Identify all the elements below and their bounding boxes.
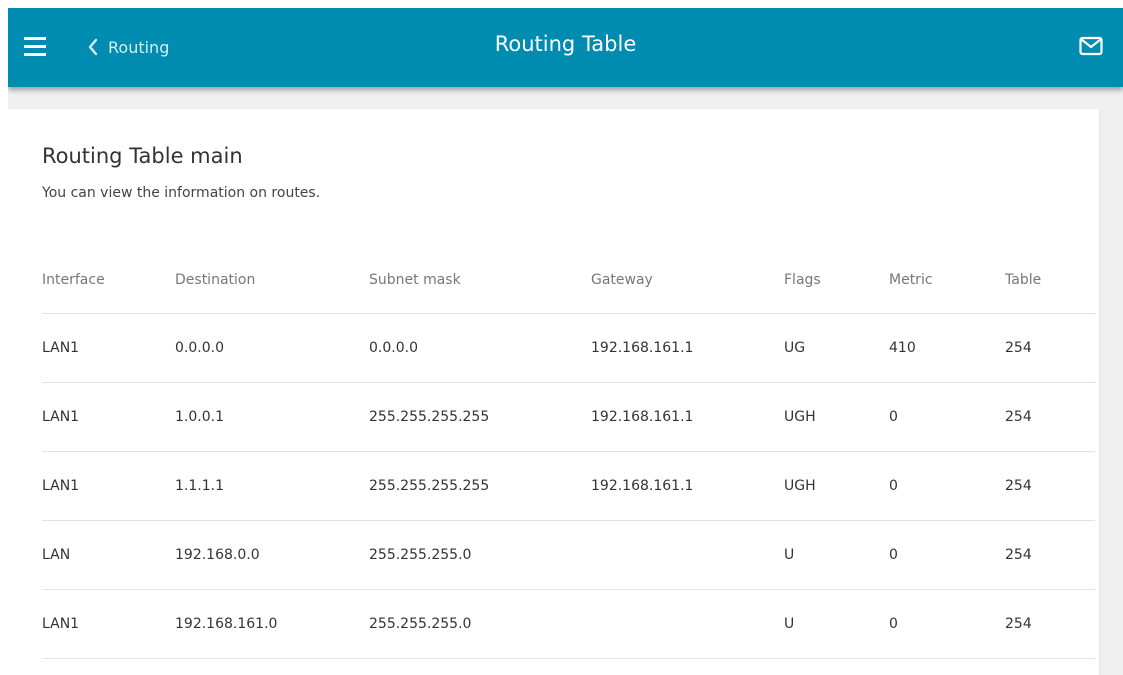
cell-subnet-mask: 255.255.255.255: [369, 451, 591, 521]
cell-destination: 1.0.0.1: [175, 382, 369, 452]
cell-table: 254: [1005, 520, 1095, 590]
cell-table: 254: [1005, 382, 1095, 452]
cell-interface: LAN1: [42, 382, 175, 452]
cell-interface: LAN1: [42, 589, 175, 659]
column-header-subnet-mask: Subnet mask: [369, 246, 591, 314]
cell-interface: LAN1: [42, 313, 175, 383]
back-link-label: Routing: [108, 37, 170, 57]
cell-table: 254: [1005, 589, 1095, 659]
table-header-row: Interface Destination Subnet mask Gatewa…: [42, 246, 1095, 314]
table-row: LAN1 1.1.1.1 255.255.255.255 192.168.161…: [42, 451, 1095, 521]
cell-subnet-mask: 0.0.0.0: [369, 313, 591, 383]
table-row: LAN1 0.0.0.0 0.0.0.0 192.168.161.1 UG 41…: [42, 313, 1095, 383]
cell-metric: 0: [889, 451, 1005, 521]
cell-subnet-mask: 255.255.255.0: [369, 520, 591, 590]
cell-metric: 0: [889, 382, 1005, 452]
cell-destination: 1.1.1.1: [175, 451, 369, 521]
cell-interface: LAN1: [42, 451, 175, 521]
column-header-metric: Metric: [889, 246, 1005, 314]
column-header-table: Table: [1005, 246, 1095, 314]
back-link-routing[interactable]: Routing: [88, 34, 169, 60]
cell-gateway: 192.168.161.1: [591, 382, 784, 452]
page-title: Routing Table: [494, 32, 637, 56]
cell-destination: 0.0.0.0: [175, 313, 369, 383]
cell-table: 254: [1005, 451, 1095, 521]
cell-gateway: [591, 520, 784, 590]
envelope-icon[interactable]: [1079, 36, 1103, 56]
cell-flags: U: [784, 520, 889, 590]
routes-table: Interface Destination Subnet mask Gatewa…: [42, 246, 1095, 659]
chevron-left-icon: [88, 38, 98, 56]
routing-table-card: Routing Table main You can view the info…: [8, 109, 1099, 675]
cell-gateway: [591, 589, 784, 659]
cell-flags: UG: [784, 313, 889, 383]
table-row: LAN1 192.168.161.0 255.255.255.0 U 0 254: [42, 589, 1095, 659]
cell-destination: 192.168.0.0: [175, 520, 369, 590]
cell-gateway: 192.168.161.1: [591, 313, 784, 383]
cell-destination: 192.168.161.0: [175, 589, 369, 659]
top-bar: Routing Routing Table: [8, 8, 1123, 87]
column-header-interface: Interface: [42, 246, 175, 314]
cell-metric: 0: [889, 589, 1005, 659]
table-row: LAN 192.168.0.0 255.255.255.0 U 0 254: [42, 520, 1095, 590]
cell-flags: U: [784, 589, 889, 659]
section-title: Routing Table main: [42, 144, 243, 168]
cell-metric: 0: [889, 520, 1005, 590]
cell-gateway: 192.168.161.1: [591, 451, 784, 521]
hamburger-menu-icon[interactable]: [24, 37, 48, 57]
column-header-destination: Destination: [175, 246, 369, 314]
cell-table: 254: [1005, 313, 1095, 383]
cell-flags: UGH: [784, 451, 889, 521]
cell-flags: UGH: [784, 382, 889, 452]
cell-subnet-mask: 255.255.255.255: [369, 382, 591, 452]
app-frame: Routing Routing Table Routing Table main…: [8, 8, 1123, 675]
section-description: You can view the information on routes.: [42, 185, 321, 201]
cell-subnet-mask: 255.255.255.0: [369, 589, 591, 659]
cell-metric: 410: [889, 313, 1005, 383]
column-header-gateway: Gateway: [591, 246, 784, 314]
table-row: LAN1 1.0.0.1 255.255.255.255 192.168.161…: [42, 382, 1095, 452]
column-header-flags: Flags: [784, 246, 889, 314]
cell-interface: LAN: [42, 520, 175, 590]
